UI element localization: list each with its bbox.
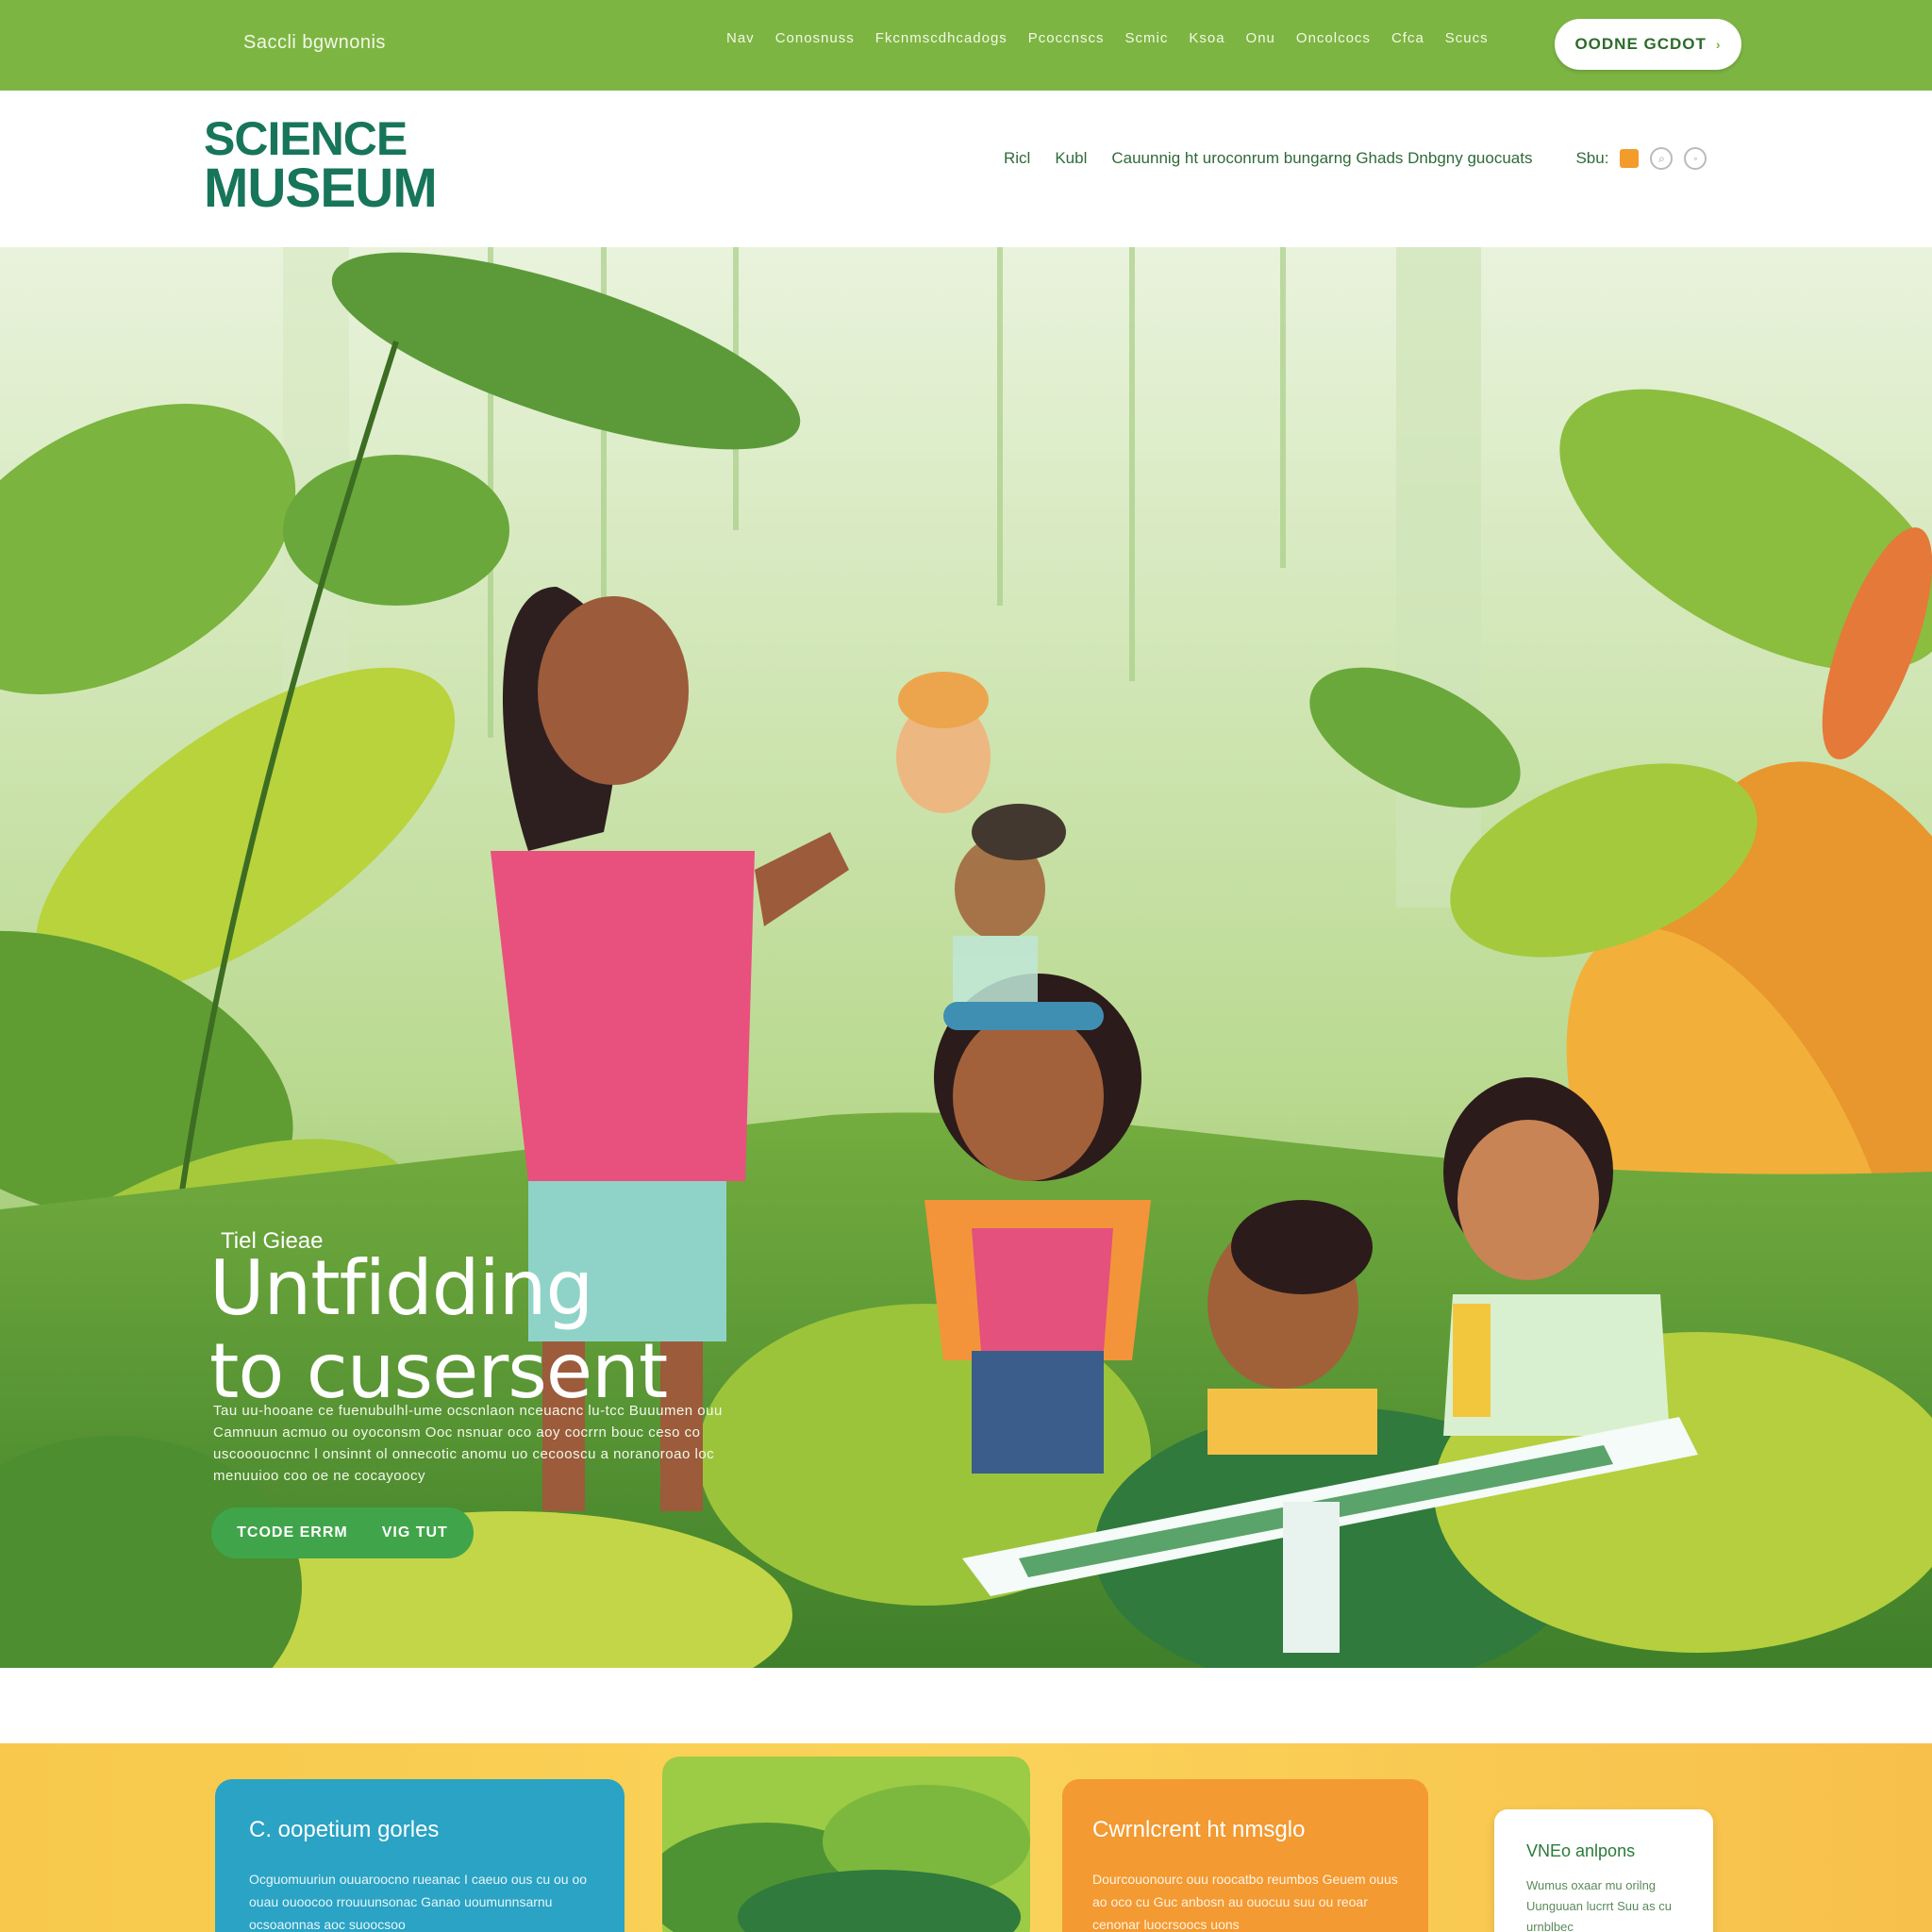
- utility-nav-item[interactable]: Pcoccnscs: [1028, 30, 1105, 46]
- feature-card-blue[interactable]: C. oopetium gorles Ocguomuuriun ouuarooc…: [215, 1779, 625, 1932]
- feature-card-white[interactable]: VNEo anlpons Wumus oxaar mu orilng Uungu…: [1494, 1809, 1713, 1932]
- utility-nav-item[interactable]: Ksoa: [1189, 30, 1224, 46]
- science-museum-logo[interactable]: SCIENCE MUSEUM: [204, 112, 441, 219]
- utility-nav-item[interactable]: Oncolcocs: [1296, 30, 1371, 46]
- logo-line-1: SCIENCE: [204, 112, 408, 165]
- utility-nav: Nav Conosnuss Fkcnmscdhcadogs Pcoccnscs …: [726, 30, 1489, 46]
- utility-nav-item[interactable]: Scmic: [1125, 30, 1169, 46]
- cart-icon[interactable]: [1620, 149, 1640, 168]
- utility-nav-item[interactable]: Onu: [1246, 30, 1275, 46]
- hero-cta-label-left: TCODE ERRM: [237, 1524, 348, 1541]
- feature-card-title: VNEo anlpons: [1526, 1841, 1636, 1860]
- feature-card-body: Ocguomuuriun ouuaroocno rueanac I caeuo …: [249, 1872, 588, 1932]
- account-icon[interactable]: ◦: [1684, 147, 1707, 170]
- search-icon[interactable]: ⌕: [1650, 147, 1674, 170]
- main-nav-item[interactable]: Kubl: [1055, 149, 1087, 168]
- hero-description: Tau uu-hooane ce fuenubulhl-ume ocscnlao…: [213, 1403, 723, 1484]
- hero-title-line-1: Untfidding: [209, 1244, 593, 1332]
- utility-nav-item[interactable]: Cfca: [1391, 30, 1424, 46]
- utility-nav-item[interactable]: Scucs: [1445, 30, 1489, 46]
- feature-card-body: Dourcouonourc ouu roocatbo reumbos Geuem…: [1092, 1872, 1398, 1932]
- top-cta-button[interactable]: OODNE GCDOT ›: [1555, 19, 1741, 70]
- chevron-right-icon: ›: [1715, 37, 1722, 52]
- utility-nav-item[interactable]: Nav: [726, 30, 755, 46]
- hero-cta-button[interactable]: TCODE ERRM VIG TUT: [211, 1507, 474, 1558]
- main-nav-item[interactable]: Cauunnig ht uroconrum bungarng Ghads Dnb…: [1111, 149, 1532, 168]
- feature-card-orange[interactable]: Cwrnlcrent ht nmsglo Dourcouonourc ouu r…: [1062, 1779, 1428, 1932]
- utility-nav-item[interactable]: Fkcnmscdhcadogs: [875, 30, 1008, 46]
- hero-section: Tiel Gieae Untfidding to cusersent Tau u…: [0, 247, 1932, 1668]
- logo-line-2: MUSEUM: [204, 157, 438, 219]
- feature-card-image[interactable]: [662, 1757, 1030, 1932]
- hero-cta-label-right: VIG TUT: [381, 1524, 448, 1541]
- feature-card-title: Cwrnlcrent ht nmsglo: [1092, 1817, 1306, 1842]
- feature-card-title: C. oopetium gorles: [249, 1817, 440, 1842]
- main-nav: Ricl Kubl Cauunnig ht uroconrum bungarng…: [1004, 147, 1707, 170]
- utility-left-text[interactable]: Saccli bgwnonis: [243, 32, 386, 54]
- utility-nav-item[interactable]: Conosnuss: [775, 30, 855, 46]
- site-header: SCIENCE MUSEUM Ricl Kubl Cauunnig ht uro…: [0, 91, 1932, 247]
- top-cta-label: OODNE GCDOT: [1574, 35, 1707, 53]
- main-nav-item[interactable]: Ricl: [1004, 149, 1030, 168]
- feature-card-body: Wumus oxaar mu orilng Uunguuan lucrrt Su…: [1526, 1878, 1672, 1932]
- tools-label: Sbu:: [1575, 149, 1609, 167]
- foliage-image: [662, 1757, 1030, 1932]
- hero-title: Untfidding to cusersent: [209, 1244, 668, 1413]
- utility-bar: Saccli bgwnonis Nav Conosnuss Fkcnmscdhc…: [0, 0, 1932, 91]
- header-tools: Sbu: ⌕ ◦: [1575, 147, 1707, 170]
